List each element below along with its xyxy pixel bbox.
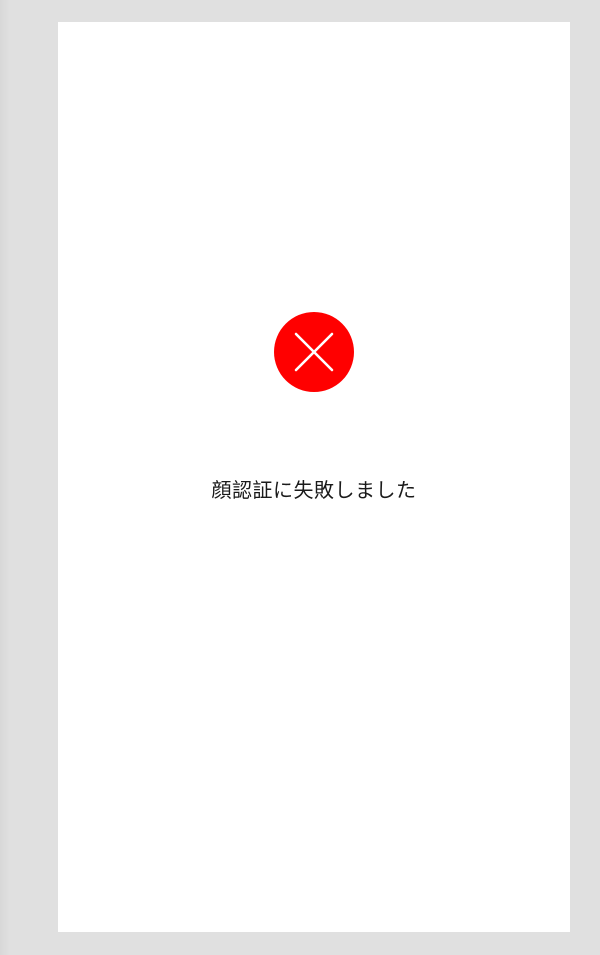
close-icon (294, 332, 334, 372)
error-badge (274, 312, 354, 392)
result-screen: 顔認証に失敗しました (58, 22, 570, 932)
background-edge (0, 0, 10, 955)
error-message: 顔認証に失敗しました (211, 478, 417, 502)
